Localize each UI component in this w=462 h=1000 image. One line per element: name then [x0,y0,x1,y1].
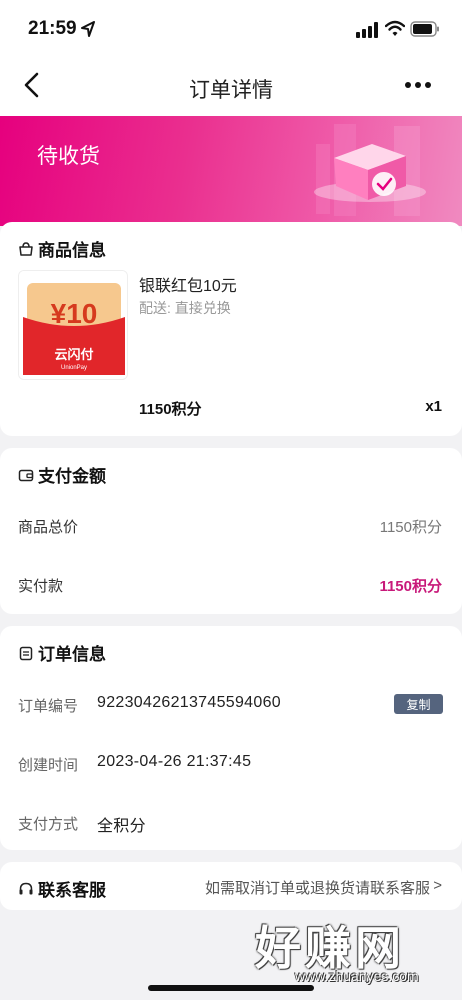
order-info-card: 订单信息 订单编号 92230426213745594060 复制 创建时间 2… [0,626,462,850]
section-title: 商品信息 [38,241,106,260]
customer-service-row[interactable]: 联系客服 如需取消订单或退换货请联系客服 > [0,862,462,910]
copy-button[interactable]: 复制 [394,694,443,714]
section-title: 订单信息 [38,645,106,664]
customer-service-hint[interactable]: 如需取消订单或退换货请联系客服 [205,877,430,898]
battery-icon [410,21,439,37]
nav-bar: 订单详情 [0,58,462,116]
location-arrow-icon [81,21,95,37]
more-dots-icon[interactable] [404,78,432,92]
product-name[interactable]: 银联红包10元 [139,272,237,296]
order-status-text: 待收货 [37,145,100,168]
thumb-amount: ¥10 [51,298,98,329]
product-thumbnail[interactable]: ¥10 云闪付 UnionPay [18,270,128,380]
product-quantity: x1 [425,398,442,415]
created-time-value: 2023-04-26 21:37:45 [97,753,252,770]
section-title: 联系客服 [38,881,106,900]
chevron-right-icon: > [433,877,442,894]
order-number-label: 订单编号 [18,698,79,715]
red-envelope-image: ¥10 云闪付 UnionPay [19,271,127,379]
product-delivery: 配送: 直接兑换 [139,300,231,316]
thumb-brand-en: UnionPay [61,365,87,371]
order-status-banner: 待收货 [0,116,462,226]
customer-service-header: 联系客服 [18,876,106,901]
watermark-logo: 好赚网 www.zhuanyes.com [255,910,455,990]
product-info-header: 商品信息 [18,236,106,261]
wallet-icon [18,469,34,481]
home-indicator [148,985,314,991]
clipboard-icon [19,646,33,660]
paid-amount-value: 1150积分 [379,578,442,595]
section-title: 支付金额 [38,467,106,486]
status-time: 21:59 [28,18,77,39]
pay-method-value: 全积分 [97,818,146,835]
status-bar: 21:59 [0,0,462,58]
package-delivered-illustration [314,124,426,216]
created-time-label: 创建时间 [18,757,79,774]
product-info-card: 商品信息 ¥10 云闪付 UnionPay 银联红包10元 配送: 直接兑换 1… [0,222,462,436]
payment-card: 支付金额 商品总价 1150积分 实付款 1150积分 [0,448,462,614]
total-price-value: 1150积分 [379,519,442,536]
order-number-value: 92230426213745594060 [97,694,281,711]
watermark-url: www.zhuanyes.com [295,968,419,984]
cellular-signal-icon [356,22,378,38]
shopping-bag-icon [19,241,33,256]
product-points: 1150积分 [139,401,202,418]
paid-amount-label: 实付款 [18,578,64,595]
headset-icon [19,882,33,894]
payment-header: 支付金额 [18,462,106,487]
thumb-brand: 云闪付 [54,347,93,363]
page-title: 订单详情 [189,79,273,102]
order-info-header: 订单信息 [18,640,106,665]
total-price-label: 商品总价 [18,519,79,536]
wifi-icon [385,20,405,36]
pay-method-label: 支付方式 [18,816,79,833]
